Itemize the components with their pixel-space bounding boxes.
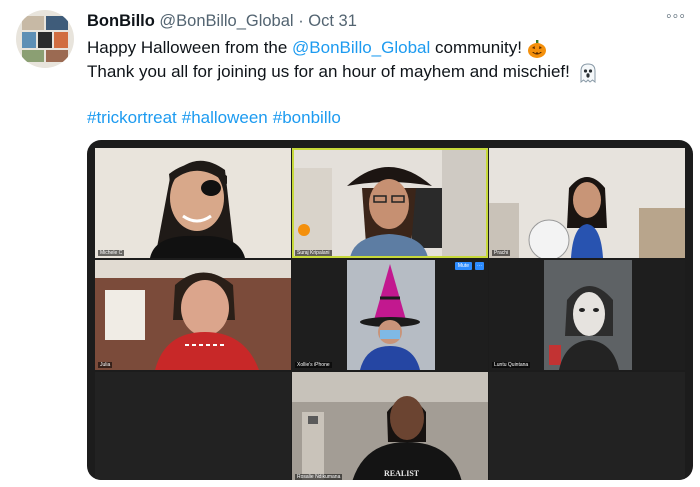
line2-text: Thank you all for joining us for an hour… <box>87 62 570 81</box>
participant-name: Luntu Quintana <box>492 362 531 368</box>
participant-tile: REALIST Rosalie Ndikumana <box>292 372 488 480</box>
line1-suffix: community! <box>430 38 522 57</box>
avatar[interactable] <box>16 10 74 68</box>
separator: · <box>298 12 304 30</box>
participant-tile: Luntu Quintana <box>489 260 685 370</box>
participant-name: Michele C <box>98 250 125 256</box>
tweet-media-image[interactable]: Michele C Suraj Kripalani Prachi Julia X… <box>87 140 693 480</box>
tweet-line-2: Thank you all for joining us for an hour… <box>87 60 660 84</box>
hashtag-bonbillo[interactable]: #bonbillo <box>273 108 341 127</box>
participant-tile: Julia <box>95 260 291 370</box>
participant-tile: Michele C <box>95 148 291 258</box>
empty-grid-area <box>95 372 291 480</box>
participant-name: Suraj Kripalani <box>295 250 332 256</box>
mute-button[interactable]: Mute <box>454 262 472 270</box>
hashtag-trickortreat[interactable]: #trickortreat <box>87 108 177 127</box>
participant-name: Julia <box>98 362 113 368</box>
participant-name: Rosalie Ndikumana <box>295 474 343 480</box>
participant-name: Xollie's iPhone <box>295 362 332 368</box>
participant-name: Prachi <box>492 250 511 256</box>
empty-grid-area <box>489 372 685 480</box>
display-name[interactable]: BonBillo <box>87 12 155 30</box>
tweet-text: Happy Halloween from the @BonBillo_Globa… <box>87 36 660 84</box>
handle[interactable]: @BonBillo_Global <box>159 12 293 30</box>
more-options-icon[interactable]: ◦◦◦ <box>666 8 686 26</box>
tweet-header: BonBillo @BonBillo_Global · Oct 31 <box>87 12 357 31</box>
participant-tile: Prachi <box>489 148 685 258</box>
shirt-print-graphic: REALIST <box>384 469 420 478</box>
jack-o-lantern-icon <box>527 39 547 59</box>
participant-tile: Xollie's iPhone Mute ··· <box>292 260 488 370</box>
tweet-line-1: Happy Halloween from the @BonBillo_Globa… <box>87 36 660 60</box>
participant-tile-active: Suraj Kripalani <box>292 148 488 258</box>
tile-menu-button[interactable]: ··· <box>475 262 484 270</box>
line1-prefix: Happy Halloween from the <box>87 38 293 57</box>
ghost-icon <box>579 63 597 83</box>
hashtag-halloween[interactable]: #halloween <box>182 108 268 127</box>
mention-link[interactable]: @BonBillo_Global <box>292 38 430 57</box>
tweet-date[interactable]: Oct 31 <box>308 12 357 30</box>
hashtags: #trickortreat #halloween #bonbillo <box>87 106 346 130</box>
